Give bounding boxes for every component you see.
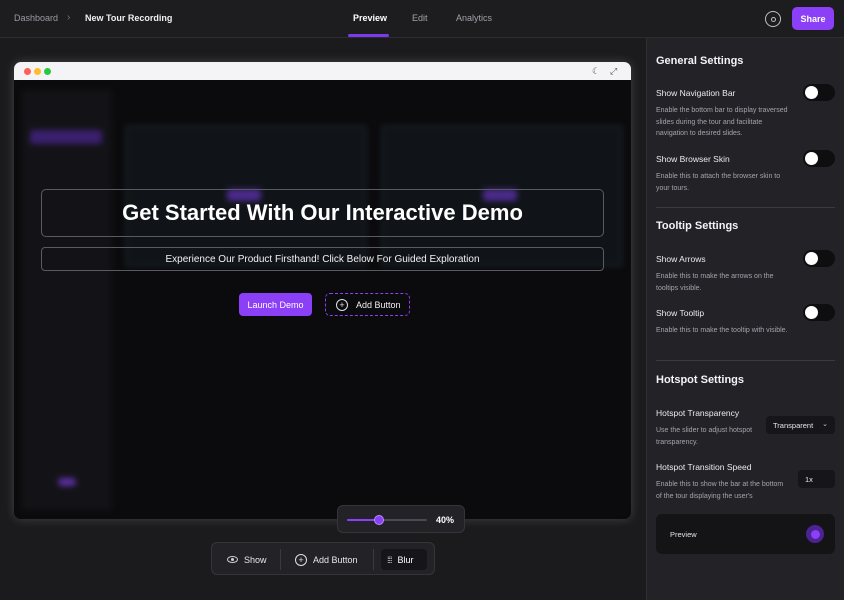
demo-canvas: Get Started With Our Interactive Demo Ex… xyxy=(14,80,631,519)
speed-value: 1x xyxy=(805,474,813,484)
plus-circle-icon: + xyxy=(295,553,307,566)
expand-icon[interactable]: ⤢ xyxy=(610,66,617,77)
transparency-select[interactable]: Transparent ⌄ xyxy=(766,416,835,434)
blur-button[interactable]: ⁞⁞⁞ Blur xyxy=(381,549,427,570)
toolbar-add-button[interactable]: + Add Button xyxy=(295,543,358,576)
demo-subtitle[interactable]: Experience Our Product Firsthand! Click … xyxy=(41,247,604,271)
eye-icon xyxy=(227,556,238,563)
moon-icon[interactable]: ☾ xyxy=(592,66,600,77)
breadcrumb-current: New Tour Recording xyxy=(85,13,173,23)
transparency-title: Hotspot Transparency xyxy=(656,408,740,418)
blur-slider-handle[interactable] xyxy=(374,515,384,525)
breadcrumb-dashboard[interactable]: Dashboard xyxy=(14,13,58,23)
hotspot-settings-heading: Hotspot Settings xyxy=(656,374,744,386)
blur-value-label: 40% xyxy=(436,515,455,525)
active-tab-indicator xyxy=(348,34,389,37)
tooltip-toggle[interactable] xyxy=(803,304,835,321)
blur-slider-popover: 40% xyxy=(337,505,465,533)
browser-skin-title: Show Browser Skin xyxy=(656,154,730,164)
toolbar-divider xyxy=(280,549,281,570)
nav-bar-toggle[interactable] xyxy=(803,84,835,101)
window-close-dot xyxy=(24,68,31,75)
launch-demo-button[interactable]: Launch Demo xyxy=(239,293,312,316)
browser-skin-bar: ☾ ⤢ xyxy=(14,62,631,80)
hotspot-preview-card: Preview xyxy=(656,514,835,554)
browser-skin-description: Enable this to attach the browser skin t… xyxy=(656,173,781,192)
top-bar: Dashboard › New Tour Recording Preview E… xyxy=(0,0,844,38)
window-minimize-dot xyxy=(34,68,41,75)
chevron-right-icon: › xyxy=(67,12,71,23)
share-button[interactable]: Share xyxy=(792,7,834,30)
tab-preview[interactable]: Preview xyxy=(353,13,387,23)
blur-grid-icon: ⁞⁞⁞ xyxy=(387,554,392,565)
bottom-toolbar: Show + Add Button ⁞⁞⁞ Blur xyxy=(211,542,435,575)
tooltip-title: Show Tooltip xyxy=(656,308,705,318)
tab-analytics[interactable]: Analytics xyxy=(456,13,492,23)
browser-skin-toggle[interactable] xyxy=(803,150,835,167)
demo-headline[interactable]: Get Started With Our Interactive Demo xyxy=(41,189,604,237)
transparency-value: Transparent xyxy=(773,420,814,430)
preview-label: Preview xyxy=(670,530,697,539)
settings-panel: General Settings Show Navigation Bar Ena… xyxy=(646,38,844,600)
show-button[interactable]: Show xyxy=(227,543,267,576)
show-label: Show xyxy=(244,554,267,565)
speed-title: Hotspot Transition Speed xyxy=(656,462,752,472)
nav-bar-description: Enable the bottom bar to display travers… xyxy=(656,107,788,137)
tab-edit[interactable]: Edit xyxy=(412,13,428,23)
general-settings-heading: General Settings xyxy=(656,55,744,67)
gear-icon[interactable] xyxy=(765,11,781,27)
add-button-placeholder[interactable]: + Add Button xyxy=(325,293,410,316)
arrows-description: Enable this to make the arrows on the to… xyxy=(656,273,774,292)
arrows-toggle[interactable] xyxy=(803,250,835,267)
toolbar-add-button-label: Add Button xyxy=(313,554,358,565)
blur-label: Blur xyxy=(397,554,414,565)
section-divider xyxy=(656,360,835,361)
chevron-down-icon: ⌄ xyxy=(822,421,828,428)
tooltip-settings-heading: Tooltip Settings xyxy=(656,220,739,232)
speed-input[interactable]: 1x xyxy=(798,470,835,488)
nav-bar-title: Show Navigation Bar xyxy=(656,88,736,98)
tooltip-description: Enable this to make the tooltip with vis… xyxy=(656,327,788,334)
window-maximize-dot xyxy=(44,68,51,75)
toolbar-divider xyxy=(373,549,374,570)
hotspot-dot-icon xyxy=(806,525,824,543)
plus-circle-icon: + xyxy=(336,298,348,311)
blurred-background xyxy=(14,80,631,519)
transparency-description: Use the slider to adjust hotspot transpa… xyxy=(656,427,753,446)
speed-description: Enable this to show the bar at the botto… xyxy=(656,481,784,500)
section-divider xyxy=(656,207,835,208)
arrows-title: Show Arrows xyxy=(656,254,706,264)
add-button-label: Add Button xyxy=(356,299,401,310)
browser-preview: ☾ ⤢ Get Started With Our Interactive Dem… xyxy=(14,62,631,519)
